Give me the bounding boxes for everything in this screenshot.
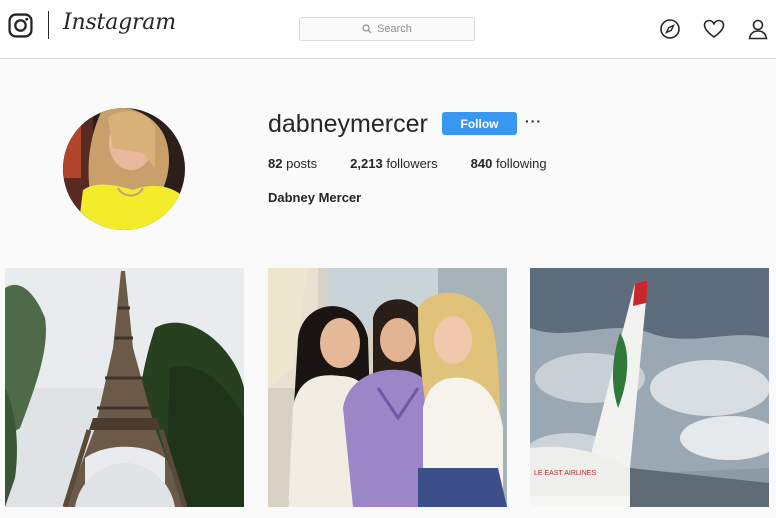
posts-stat[interactable]: 82 posts <box>268 156 317 171</box>
search-input[interactable]: Search <box>299 17 475 41</box>
followers-stat[interactable]: 2,213 followers <box>350 156 437 171</box>
following-count: 840 <box>470 156 493 171</box>
post-thumbnail-airplane-tail[interactable]: LE EAST AIRLINES <box>530 268 769 507</box>
profile-username: dabneymercer <box>268 110 428 138</box>
post-thumbnail-three-women[interactable] <box>268 268 507 507</box>
instagram-camera-icon[interactable] <box>8 13 33 38</box>
profile-full-name: Dabney Mercer <box>268 190 362 205</box>
person-icon[interactable] <box>747 18 769 40</box>
followers-label: followers <box>386 156 438 171</box>
instagram-wordmark[interactable]: Instagram <box>63 10 176 35</box>
posts-label: posts <box>286 156 318 171</box>
top-navigation-bar: Instagram Search <box>0 0 776 59</box>
heart-icon[interactable] <box>703 18 725 40</box>
search-icon <box>362 24 372 34</box>
profile-avatar[interactable] <box>63 108 185 230</box>
logo-divider <box>48 11 49 39</box>
posts-count: 82 <box>268 156 283 171</box>
follow-button[interactable]: Follow <box>442 112 517 135</box>
following-label: following <box>495 156 547 171</box>
followers-count: 2,213 <box>350 156 383 171</box>
search-placeholder: Search <box>377 23 412 35</box>
post-thumbnail-eiffel-tower[interactable] <box>5 268 244 507</box>
compass-icon[interactable] <box>659 18 681 40</box>
following-stat[interactable]: 840 following <box>471 156 547 171</box>
svg-text:LE EAST AIRLINES: LE EAST AIRLINES <box>534 470 596 477</box>
more-options-button[interactable]: ··· <box>525 113 542 129</box>
profile-stats: 82 posts 2,213 followers 840 following <box>268 156 580 171</box>
